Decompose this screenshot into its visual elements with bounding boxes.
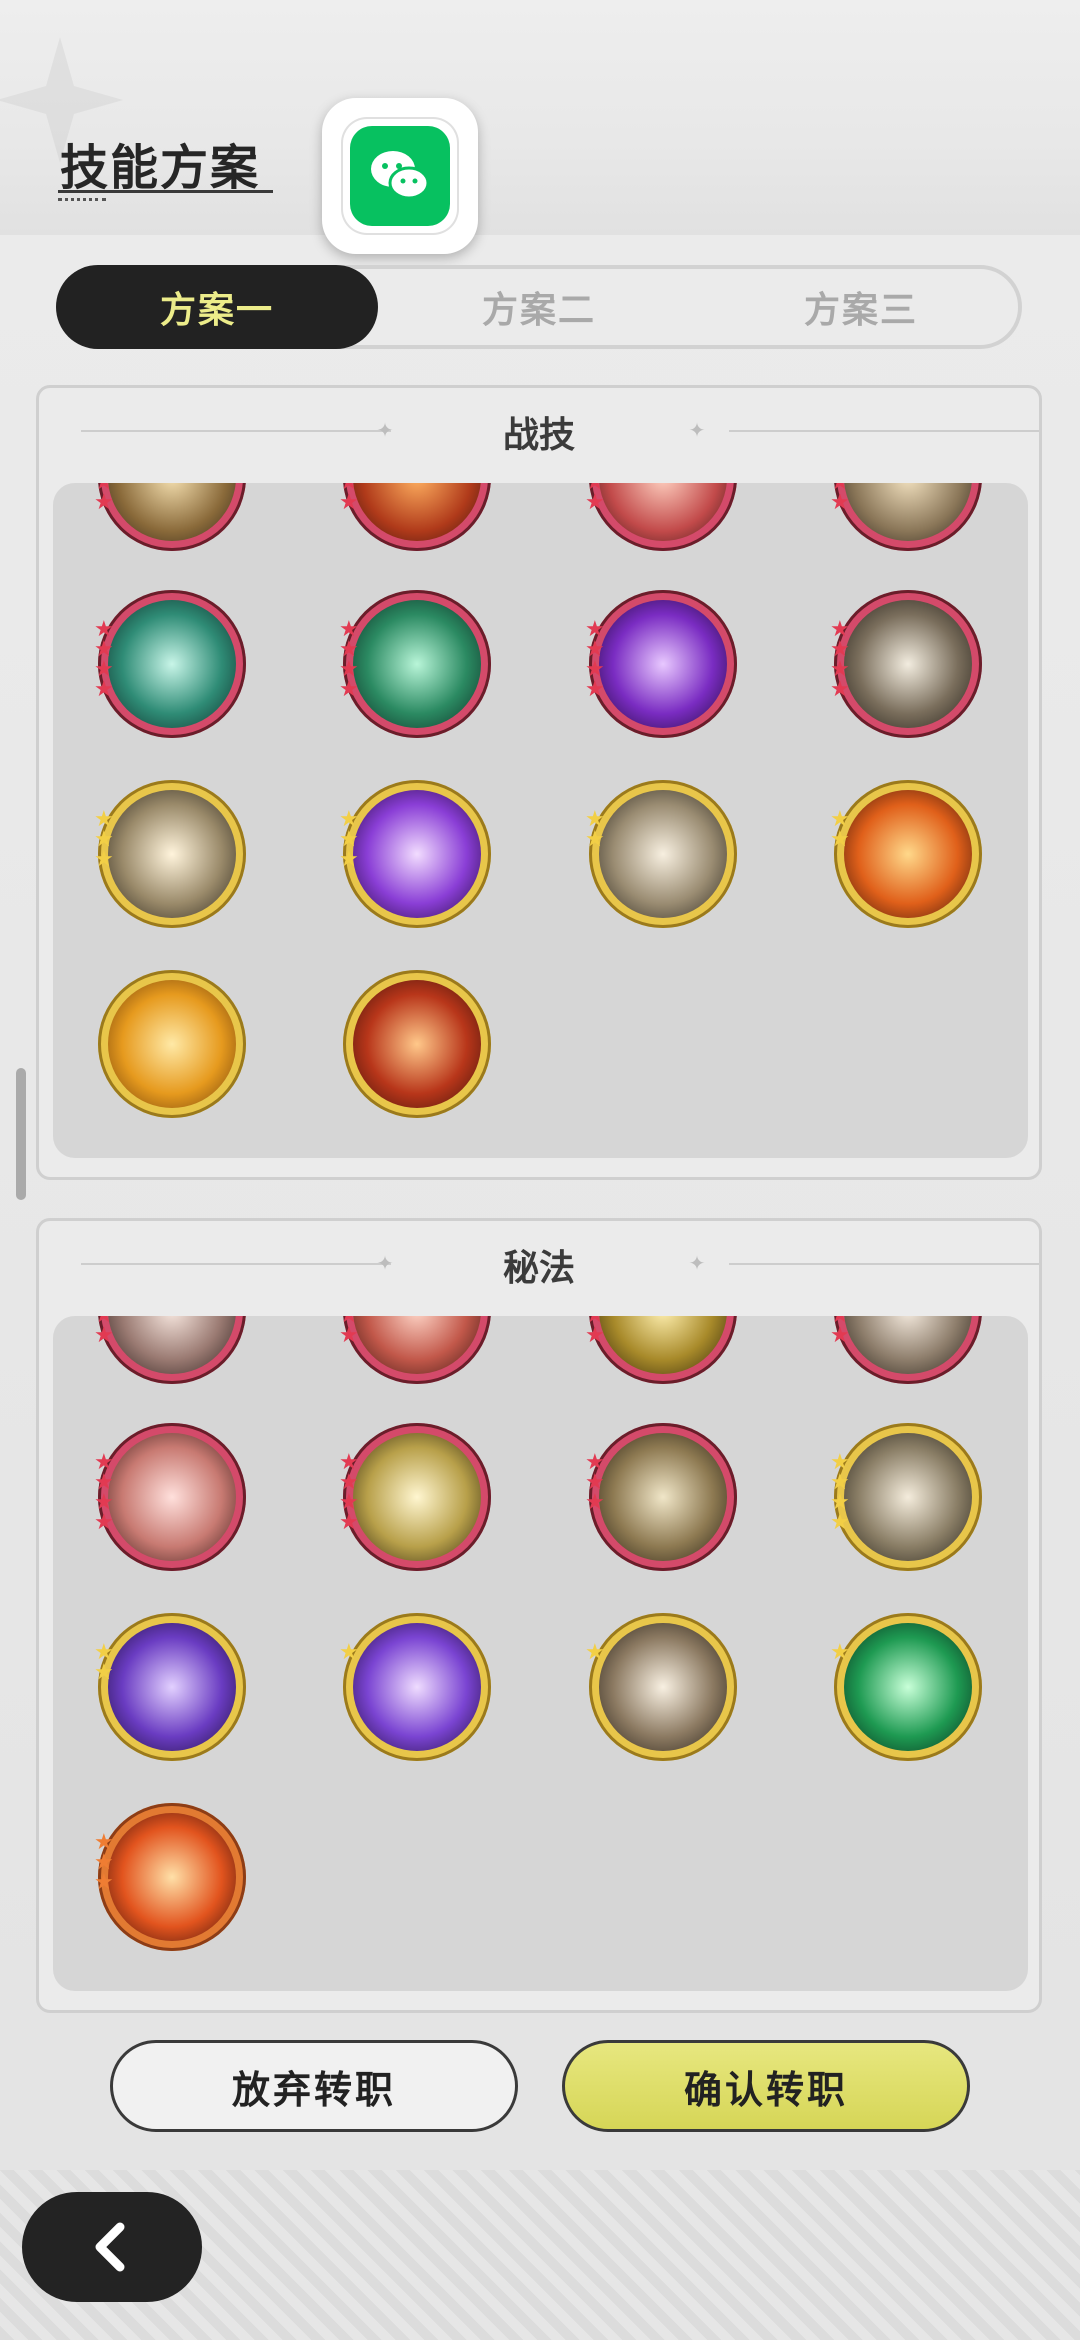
combat-skills-panel: ✦ 战技 ✦ ★ ★ ★ ★ ★ ★ ★ ★ ★ ★ ★ ★ ★ ★ ★ ★ ★ ★ ★ ★ ★ ★ ★ ★ ★ ★ ★… [36,385,1042,1180]
cancel-job-change-button[interactable]: 放弃转职 [110,2040,518,2132]
skill-icon[interactable]: ★★★★ [339,483,491,551]
skill-icon[interactable]: ★ ★ ★ [94,780,246,928]
skill-icon[interactable]: ★★★★ [585,483,737,551]
header [0,0,1080,235]
skill-icon[interactable] [98,970,246,1118]
arcane-skills-panel: ✦ 秘法 ✦ ★ ★ ★ ★ ★ ★ ★ ★ ★ ★ ★ ★ ★ ★ ★ ★ ★ ★ ★ ★ ★ ★ ★ ★ ★ ★ ★… [36,1218,1042,2013]
skill-icon[interactable]: ★ ★ ★ [339,780,491,928]
scrollbar[interactable] [16,1068,26,1200]
page-title: 技能方案 [60,140,261,196]
skill-icon[interactable]: ★ [830,1613,982,1761]
skill-icon[interactable]: ★★★★ [94,483,246,551]
chevron-left-icon [95,2222,125,2272]
skill-icon[interactable]: ★ [339,1613,491,1761]
wechat-share-button[interactable] [322,98,478,254]
skill-icon[interactable]: ★★★★ [94,590,246,738]
back-button[interactable] [22,2192,202,2302]
skill-icon[interactable]: ★ ★ [585,780,737,928]
skill-icon[interactable]: ★ ★ ★ [94,1803,246,1951]
title-underline [58,190,273,193]
skill-icon[interactable]: ★★★★ [339,1423,491,1571]
skill-icon[interactable]: ★★★★ [830,1316,982,1384]
combat-skills-title: 战技 [502,415,575,456]
skill-icon[interactable]: ★★★★ [339,590,491,738]
divider-diamond-icon: ✦ [688,418,706,442]
skill-plan-screen: 技能方案 方案一 方案二 方案三 ✦ 战技 ✦ ★ ★ ★ ★ ★ ★ ★ ★ … [0,0,1080,2340]
skill-icon[interactable]: ★★★★ [339,1316,491,1384]
skill-icon[interactable]: ★ ★ ★ [585,1423,737,1571]
skill-icon[interactable]: ★ ★ [94,1613,246,1761]
skill-icon[interactable]: ★★★★ [830,1423,982,1571]
title-dots [58,198,106,204]
wechat-icon [350,126,450,226]
tab-plan-2[interactable]: 方案二 [378,265,700,349]
skill-icon[interactable] [343,970,491,1118]
plan-tabs: 方案一 方案二 方案三 [56,265,1022,349]
skill-icon[interactable]: ★★★★ [585,1316,737,1384]
skill-icon[interactable]: ★ ★ [830,780,982,928]
skill-icon[interactable]: ★★★★ [830,590,982,738]
skill-icon[interactable]: ★ [585,1613,737,1761]
tab-plan-1[interactable]: 方案一 [56,265,378,349]
confirm-job-change-button[interactable]: 确认转职 [562,2040,970,2132]
arcane-skills-title: 秘法 [502,1248,575,1289]
skill-icon[interactable]: ★★★★ [94,1316,246,1384]
combat-skills-grid: ★★★★ ★★★★ ★★★★ ★★★★ ★★★★ ★★★★ ★★★★ ★★★★ … [53,483,1028,1158]
arcane-skills-grid: ★★★★ ★★★★ ★★★★ ★★★★ ★★★★ ★★★★ ★★★ ★★★★ ★… [53,1316,1028,1991]
divider-diamond-icon: ✦ [688,1251,706,1275]
skill-icon[interactable]: ★★★★ [94,1423,246,1571]
skill-icon[interactable]: ★★★★ [585,590,737,738]
tab-plan-3[interactable]: 方案三 [700,265,1022,349]
skill-icon[interactable]: ★★★★ [830,483,982,551]
